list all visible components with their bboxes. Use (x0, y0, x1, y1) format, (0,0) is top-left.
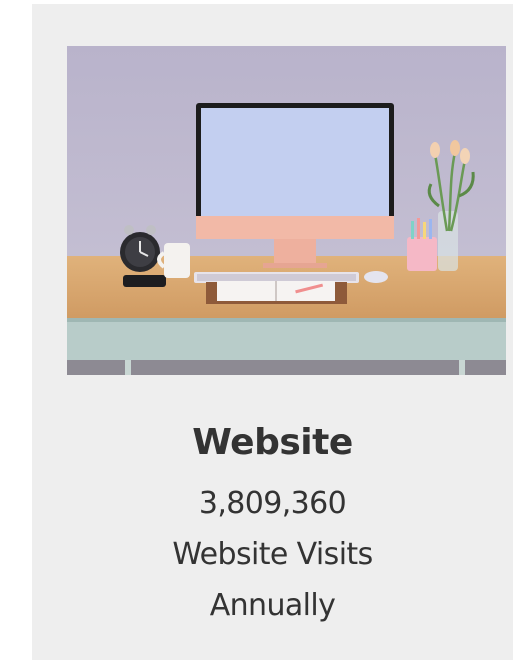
card-title: Website (192, 422, 353, 463)
desk-workspace-photo (67, 46, 506, 375)
stat-card: Website 3,809,360 Website Visits Annuall… (32, 4, 513, 660)
stat-label: Website Visits (172, 537, 373, 572)
stat-value: 3,809,360 (198, 486, 347, 521)
stat-period: Annually (209, 588, 336, 623)
